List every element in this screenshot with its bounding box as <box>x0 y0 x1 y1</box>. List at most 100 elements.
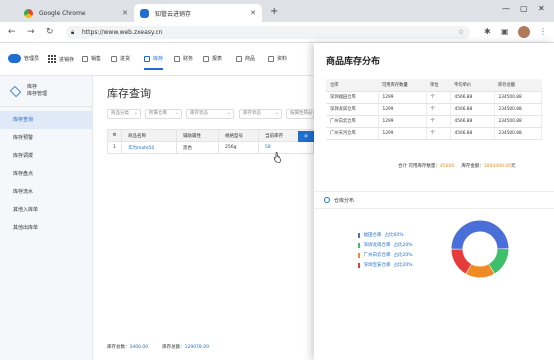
cart-icon <box>82 55 88 62</box>
menu-goods[interactable]: 商品 <box>236 55 255 62</box>
menu-label: 财务 <box>183 56 194 62</box>
col-header: 可用库存数量 <box>378 79 426 92</box>
reload-icon[interactable]: ↻ <box>46 27 54 37</box>
warehouse-cell: 广州白云仓库 <box>326 115 379 128</box>
filter-status-2[interactable]: 库存状态 <box>239 109 282 119</box>
legend-item: 深圳宝安仓库 占比20% <box>358 260 413 270</box>
chart-icon <box>203 55 209 62</box>
bookmark-star-icon[interactable]: ☆ <box>458 26 464 39</box>
sidebar-item-stock-count[interactable]: 库存盘点 <box>0 165 92 183</box>
legend-item: 深圳龙岗仓库 占比20% <box>358 240 413 250</box>
tab-zxeasy[interactable]: 知管云进销存 ✕ <box>134 4 262 22</box>
menu-sales[interactable]: 销售 <box>82 55 101 62</box>
sidepanel-icon[interactable]: ▣ <box>501 27 509 36</box>
profile-avatar[interactable] <box>518 26 530 38</box>
settings-col[interactable]: ⚙ <box>107 129 122 142</box>
sidebar-item-stock-query[interactable]: 库存查询 <box>0 111 92 129</box>
url-field[interactable]: 🔒︎ https://www.web.zxeasy.cn ☆ <box>66 26 470 39</box>
price-cell: 4566.88 <box>450 115 495 128</box>
qty-cell: 1299 <box>378 115 427 128</box>
back-icon[interactable]: ← <box>8 27 16 37</box>
sidebar-title: 库存 库存管理 <box>27 84 47 98</box>
sidebar-item-stock-flow[interactable]: 库存流水 <box>0 183 92 201</box>
col-header: 库存总额 <box>494 79 542 92</box>
menu-data[interactable]: 资料 <box>268 55 287 62</box>
logo-label: 管理员 <box>24 56 40 62</box>
legend-swatch <box>358 232 360 238</box>
sidebar-item-other-outbound[interactable]: 其他出库单 <box>0 219 92 237</box>
sidebar: 库存 库存管理 库存查询 库存预警 库存调拨 库存盘点 库存流水 其他入库单 其… <box>0 76 93 360</box>
price-cell: 4566.88 <box>450 91 495 104</box>
menu-label: 进销存 <box>59 56 75 63</box>
menu-finance[interactable]: 财务 <box>174 55 193 62</box>
hand-cursor-icon <box>273 152 281 163</box>
stock-link[interactable]: 58 <box>258 141 314 154</box>
panel-title: 商品库存分布 <box>326 57 381 67</box>
expand-panel-button[interactable]: » <box>298 131 314 142</box>
col-header: 仓库 <box>326 79 378 92</box>
tab-google-chrome[interactable]: Google Chrome ✕ <box>18 4 134 22</box>
folder-icon <box>268 55 274 62</box>
distribution-title: 仓库分布 <box>334 197 355 204</box>
lock-icon: 🔒︎ <box>71 29 75 36</box>
close-tab-icon[interactable]: ✕ <box>122 9 128 17</box>
unit-cell: 个 <box>426 91 451 104</box>
table-header-row: ⚙ 商品名称 辅助属性 规格型号 当前库存 <box>107 129 314 142</box>
product-name-link[interactable]: 华为mate50 <box>121 141 177 154</box>
menu-jxc[interactable]: 进销存 <box>48 55 74 63</box>
layers-icon <box>9 85 22 97</box>
more-menu-icon[interactable]: ⋮ <box>539 27 547 36</box>
col-header: 单位 <box>426 79 450 92</box>
col-header: 平均单价 <box>450 79 494 92</box>
cloud-logo-icon <box>8 54 21 63</box>
total-cell: 234500.88 <box>494 103 542 116</box>
unit-cell: 个 <box>426 127 451 140</box>
wallet-icon <box>174 55 180 62</box>
menu-label: 资料 <box>277 56 288 62</box>
menu-label: 商品 <box>245 56 256 62</box>
truck-icon <box>111 55 117 62</box>
table-header-row: 仓库 可用库存数量 单位 平均单价 库存总额 <box>326 79 542 92</box>
menu-label: 报表 <box>212 56 223 62</box>
price-cell: 4566.88 <box>450 127 495 140</box>
sidebar-item-stock-transfer[interactable]: 库存调拨 <box>0 147 92 165</box>
menu-label: 销售 <box>91 56 102 62</box>
total-qty-value: 3400.00 <box>129 345 149 350</box>
total-cell: 234500.88 <box>494 91 542 104</box>
tab-strip: Google Chrome ✕ 知管云进销存 ✕ + — ▢ ✕ <box>0 0 554 22</box>
legend-name: 福田仓库 <box>363 233 382 238</box>
distribution-legend: 福田仓库 占比60% 深圳龙岗仓库 占比20% 广州白云仓库 占比20% 深圳宝安仓库… <box>358 230 413 270</box>
maximize-icon[interactable]: ▢ <box>520 4 528 13</box>
menu-purchase[interactable]: 进货 <box>111 55 130 62</box>
filter-category[interactable]: 商品分类 <box>107 109 141 119</box>
pie-icon <box>324 197 330 203</box>
tab-label: Google Chrome <box>39 9 86 17</box>
warehouse-cell: 深圳龙岗仓库 <box>326 103 379 116</box>
apps-grid-icon <box>48 55 56 63</box>
extensions-icon[interactable]: ✱ <box>484 27 491 36</box>
new-tab-button[interactable]: + <box>270 6 278 17</box>
sidebar-item-stock-alert[interactable]: 库存预警 <box>0 129 92 147</box>
filter-attribute[interactable]: 按属性筛分 <box>286 109 314 119</box>
sidebar-item-other-inbound[interactable]: 其他入库单 <box>0 201 92 219</box>
menu-label: 进货 <box>120 56 131 62</box>
filter-warehouse[interactable]: 所属仓库 <box>145 109 182 119</box>
totals-line: 合计 可用库存数量：45600 库存金额：1804400.00元 <box>398 163 516 169</box>
menu-reports[interactable]: 报表 <box>203 55 222 62</box>
total-qty: 库存总数：3400.00 <box>107 344 148 350</box>
close-window-icon[interactable]: ✕ <box>538 4 545 13</box>
app-logo[interactable]: 管理员 <box>8 54 39 63</box>
forward-icon[interactable]: → <box>27 27 35 37</box>
total-amount-label: 库存总额： <box>162 345 185 350</box>
legend-name: 深圳龙岗仓库 <box>363 243 391 248</box>
menu-inventory[interactable]: 库存 <box>144 55 164 70</box>
minimize-icon[interactable]: — <box>502 4 510 13</box>
legend-swatch <box>358 262 360 268</box>
warehouse-cell: 广州天河仓库 <box>326 127 379 140</box>
legend-pct: 占比20% <box>393 243 413 248</box>
total-cell: 234500.88 <box>494 127 542 140</box>
filter-status[interactable]: 库存状态 <box>186 109 234 119</box>
table-row[interactable]: 1 华为mate50 黑色 256g 58 <box>107 141 314 154</box>
close-tab-icon[interactable]: ✕ <box>250 9 256 17</box>
page-title: 库存查询 <box>107 87 151 100</box>
